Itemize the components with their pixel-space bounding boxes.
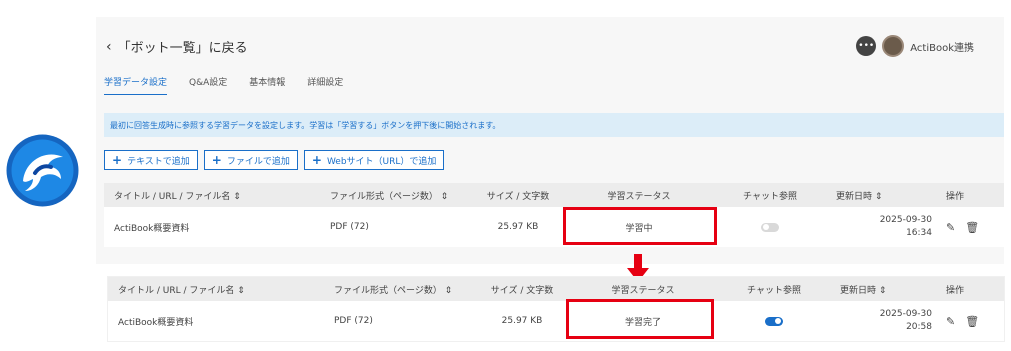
tab-basic-info[interactable]: 基本情報 (249, 75, 285, 95)
row-chat-ref (712, 208, 828, 246)
add-file-button[interactable]: + ファイルで追加 (203, 150, 298, 170)
row-actions: ✎ 🗑 (938, 208, 1004, 246)
trash-icon[interactable]: 🗑 (965, 221, 979, 234)
add-text-label: テキストで追加 (127, 156, 190, 167)
row-size: 25.97 KB (497, 222, 539, 232)
add-website-button[interactable]: + Webサイト（URL）で追加 (303, 150, 445, 170)
info-notice: 最初に回答生成時に参照する学習データを設定します。学習は「学習する」ボタンを押下… (104, 113, 1004, 137)
add-website-label: Webサイト（URL）で追加 (326, 156, 437, 167)
col-status-header: 学習ステータス (607, 191, 671, 202)
table-header: タイトル / URL / ファイル名 ⇕ ファイル形式（ページ数） ⇕ サイズ … (104, 183, 1004, 207)
col-actions-header: 操作 (946, 191, 965, 202)
col-title-header[interactable]: タイトル / URL / ファイル名 ⇕ (104, 183, 322, 207)
chat-reference-toggle[interactable] (761, 222, 779, 232)
dolphin-logo-icon (6, 134, 79, 207)
row-date: 2025-09-30 (879, 215, 932, 225)
col-size-header: サイズ / 文字数 (490, 285, 554, 296)
trash-icon[interactable]: 🗑 (965, 315, 979, 328)
plus-icon: + (311, 153, 322, 167)
add-text-button[interactable]: + テキストで追加 (104, 150, 198, 170)
row-format: PDF (72) (334, 316, 373, 326)
learning-data-table-after: タイトル / URL / ファイル名 ⇕ ファイル形式（ページ数） ⇕ サイズ … (108, 277, 1004, 341)
plus-icon: + (112, 153, 123, 167)
pencil-icon[interactable]: ✎ (946, 315, 955, 328)
row-actions: ✎ 🗑 (938, 302, 1004, 340)
table-header: タイトル / URL / ファイル名 ⇕ ファイル形式（ページ数） ⇕ サイズ … (108, 277, 1004, 301)
learning-data-table-before: タイトル / URL / ファイル名 ⇕ ファイル形式（ページ数） ⇕ サイズ … (104, 183, 1004, 247)
row-updated: 2025-09-30 16:34 (828, 208, 938, 246)
row-updated: 2025-09-30 20:58 (832, 302, 938, 340)
status-highlight-before (563, 207, 717, 245)
row-time: 16:34 (906, 228, 932, 238)
row-time: 20:58 (906, 322, 932, 332)
table-row: ActiBook概要資料 PDF (72) 25.97 KB 学習完了 2025… (108, 302, 1004, 340)
col-size-header: サイズ / 文字数 (486, 191, 550, 202)
chat-reference-toggle[interactable] (765, 316, 783, 326)
row-title: ActiBook概要資料 (118, 317, 194, 328)
col-format-header[interactable]: ファイル形式（ページ数） ⇕ (326, 277, 474, 301)
col-chat-header: チャット参照 (743, 191, 797, 202)
plus-icon: + (211, 153, 222, 167)
user-area: ••• ActiBook連携 (856, 35, 974, 57)
chevron-left-icon: ‹ (106, 38, 112, 55)
add-buttons: + テキストで追加 + ファイルで追加 + Webサイト（URL）で追加 (104, 150, 445, 170)
tab-advanced-settings[interactable]: 詳細設定 (307, 75, 343, 95)
status-highlight-after (566, 299, 714, 339)
settings-tabs: 学習データ設定 Q&A設定 基本情報 詳細設定 (104, 75, 343, 95)
add-file-label: ファイルで追加 (226, 156, 290, 167)
col-status-header: 学習ステータス (611, 285, 675, 296)
back-link[interactable]: ‹ 「ボット一覧」に戻る (106, 37, 248, 57)
tab-learning-data[interactable]: 学習データ設定 (104, 75, 168, 95)
pencil-icon[interactable]: ✎ (946, 221, 955, 234)
row-format: PDF (72) (330, 222, 369, 232)
chat-bubble-icon[interactable]: ••• (856, 36, 877, 56)
row-title: ActiBook概要資料 (114, 223, 190, 234)
col-updated-header[interactable]: 更新日時 ⇕ (832, 277, 938, 301)
avatar[interactable] (882, 35, 905, 57)
col-actions-header: 操作 (946, 285, 965, 296)
col-title-header[interactable]: タイトル / URL / ファイル名 ⇕ (108, 277, 326, 301)
user-name: ActiBook連携 (910, 42, 974, 54)
tab-qa-settings[interactable]: Q&A設定 (189, 75, 227, 95)
col-format-header[interactable]: ファイル形式（ページ数） ⇕ (322, 183, 470, 207)
row-date: 2025-09-30 (879, 309, 932, 319)
table-row: ActiBook概要資料 PDF (72) 25.97 KB 学習中 2025-… (104, 208, 1004, 246)
row-size: 25.97 KB (501, 316, 543, 326)
col-chat-header: チャット参照 (747, 285, 801, 296)
col-updated-header[interactable]: 更新日時 ⇕ (828, 183, 938, 207)
row-chat-ref (716, 302, 832, 340)
back-link-label: 「ボット一覧」に戻る (117, 41, 248, 56)
